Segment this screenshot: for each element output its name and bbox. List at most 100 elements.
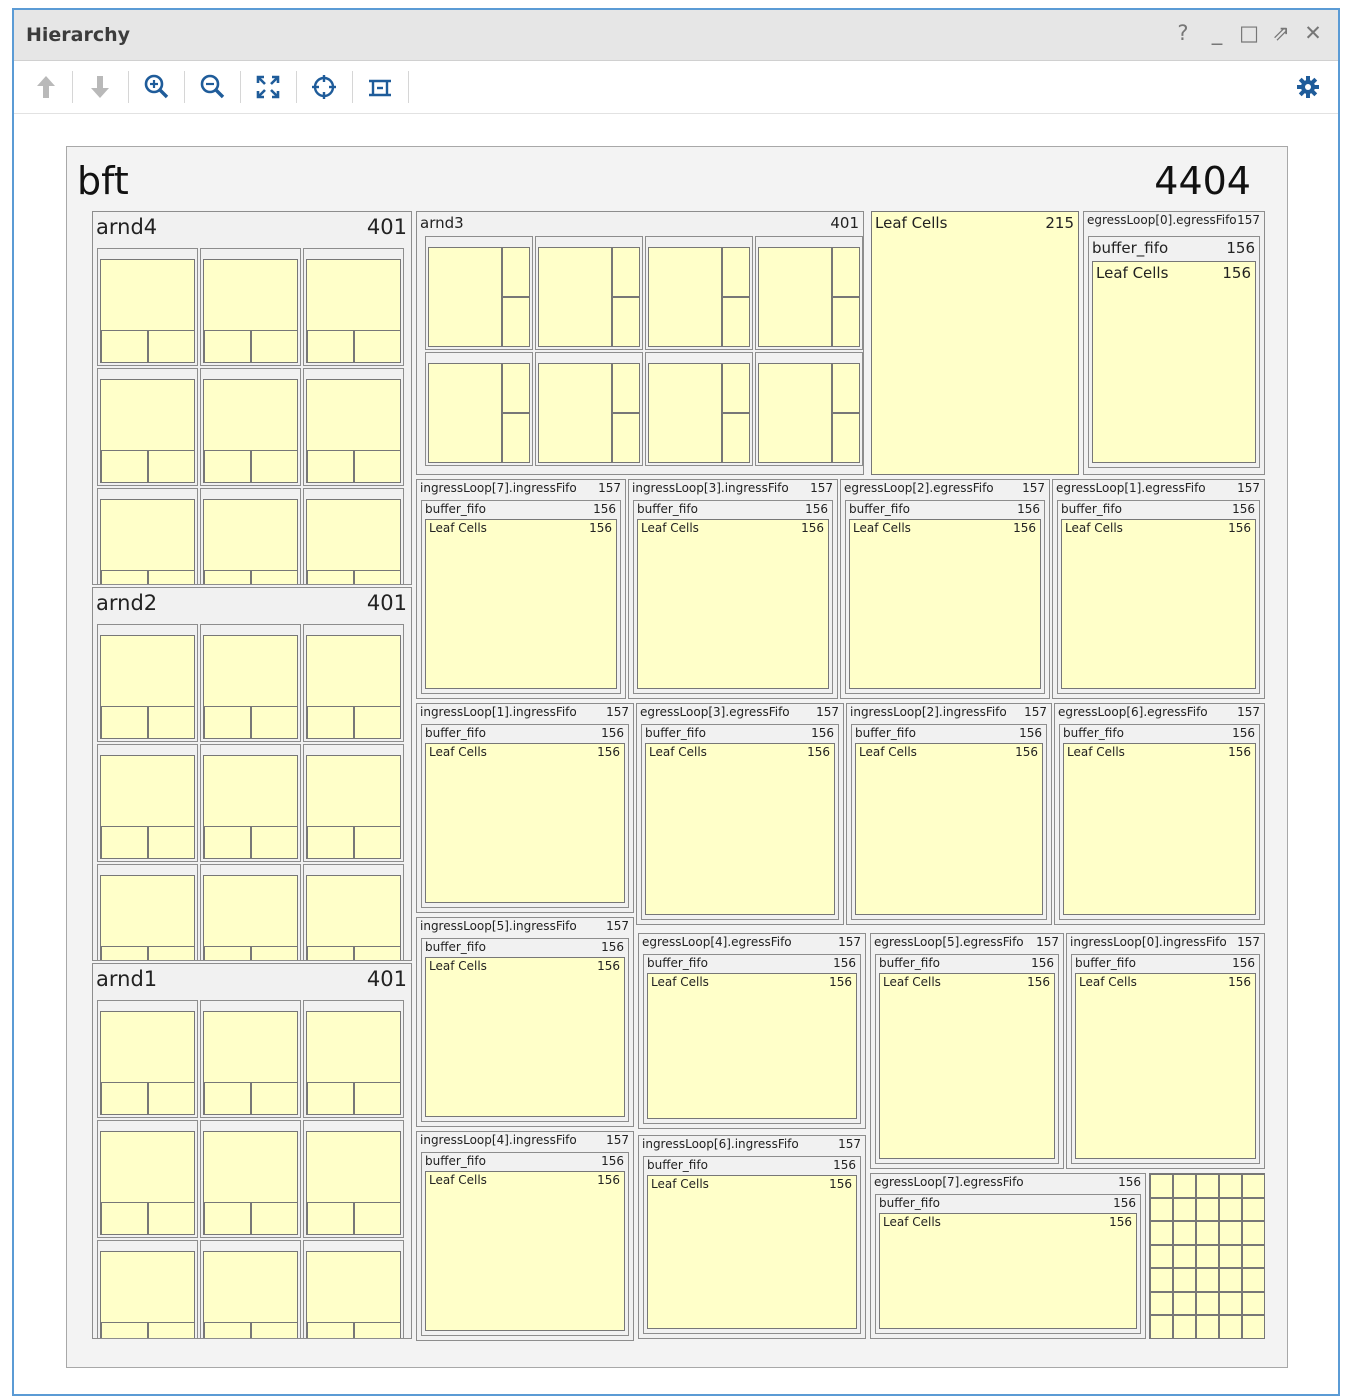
leaf-cells[interactable]: [306, 259, 401, 363]
buffer-fifo[interactable]: buffer_fifo 156 Leaf Cells 156: [1059, 724, 1260, 920]
leaf-cells[interactable]: Leaf Cells 156: [647, 1175, 857, 1329]
fifo-egress3[interactable]: egressLoop[3].egressFifo 157 buffer_fifo 15…: [636, 703, 844, 925]
leaf-cells[interactable]: [203, 1011, 298, 1115]
fifo-egress2[interactable]: egressLoop[2].egressFifo 157 buffer_fifo 15…: [840, 479, 1050, 699]
buffer-fifo[interactable]: buffer_fifo 156 Leaf Cells 156: [643, 954, 861, 1124]
leaf-cell[interactable]: [251, 1082, 297, 1114]
grid-cell[interactable]: [1242, 1244, 1264, 1268]
leaf-cells[interactable]: [306, 875, 401, 960]
sub-module[interactable]: [200, 1120, 301, 1238]
leaf-cells[interactable]: [306, 1251, 401, 1338]
grid-cell[interactable]: [1196, 1268, 1219, 1292]
grid-cell[interactable]: [1173, 1221, 1196, 1245]
grid-cell[interactable]: [1196, 1221, 1219, 1245]
leaf-cell[interactable]: [354, 1322, 400, 1338]
sub-module[interactable]: [425, 236, 533, 350]
leaf-cells[interactable]: [100, 1011, 195, 1115]
leaf-cells[interactable]: [758, 247, 832, 347]
leaf-cell[interactable]: [354, 826, 400, 858]
leaf-cell[interactable]: [101, 1082, 148, 1114]
fifo-ingress3[interactable]: ingressLoop[3].ingressFifo 157 buffer_fifo…: [628, 479, 838, 699]
leaf-cell[interactable]: [148, 1082, 194, 1114]
fifo-ingress7[interactable]: ingressLoop[7].ingressFifo 157 buffer_fifo…: [416, 479, 626, 699]
leaf-cell[interactable]: [354, 946, 400, 960]
leaf-cells[interactable]: Leaf Cells 156: [1061, 519, 1256, 689]
leaf-cells[interactable]: [306, 635, 401, 739]
fit-icon[interactable]: [250, 69, 286, 105]
leaf-cells[interactable]: [306, 499, 401, 584]
grid-cell[interactable]: [1173, 1315, 1196, 1338]
sub-module[interactable]: [303, 1000, 404, 1118]
leaf-cell[interactable]: [354, 1082, 400, 1114]
help-icon[interactable]: ?: [1170, 22, 1196, 44]
fifo-egress7[interactable]: egressLoop[7].egressFifo 156 buffer_fifo 15…: [870, 1173, 1146, 1339]
leaf-cell[interactable]: [251, 826, 297, 858]
leaf-cell[interactable]: [148, 330, 194, 362]
leaf-cell[interactable]: [251, 946, 297, 960]
leaf-cell[interactable]: [307, 946, 354, 960]
grid-cell[interactable]: [1196, 1244, 1219, 1268]
treemap-root[interactable]: bft 4404 arnd4 401 arnd2 401 arnd1 401 arnd3 401 L…: [66, 146, 1288, 1368]
buffer-fifo[interactable]: buffer_fifo 156 Leaf Cells 156: [1071, 954, 1260, 1164]
module-arnd1[interactable]: arnd1 401: [92, 963, 412, 1339]
grid-cell[interactable]: [1150, 1244, 1173, 1268]
leaf-cells[interactable]: Leaf Cells 156: [637, 519, 829, 689]
buffer-fifo[interactable]: buffer_fifo 156 Leaf Cells 156: [633, 500, 833, 694]
leaf-cells[interactable]: Leaf Cells 156: [425, 743, 625, 903]
leaf-cell[interactable]: [101, 1202, 148, 1234]
sub-module[interactable]: [303, 1120, 404, 1238]
grid-cell[interactable]: [1242, 1221, 1264, 1245]
leaf-cell[interactable]: [722, 363, 750, 413]
grid-cell[interactable]: [1150, 1197, 1173, 1221]
leaf-cell[interactable]: [307, 826, 354, 858]
leaf-cell[interactable]: [204, 570, 251, 584]
leaf-cells[interactable]: Leaf Cells 156: [425, 1171, 625, 1331]
leaf-cell[interactable]: [354, 330, 400, 362]
leaf-cells[interactable]: [100, 875, 195, 960]
sub-module[interactable]: [97, 1240, 198, 1338]
leaf-cells[interactable]: [648, 247, 722, 347]
leaf-cells[interactable]: Leaf Cells 156: [425, 957, 625, 1117]
leaf-cell[interactable]: [148, 450, 194, 482]
fifo-ingress0[interactable]: ingressLoop[0].ingressFifo 157 buffer_fifo…: [1066, 933, 1265, 1169]
fifo-egress5[interactable]: egressLoop[5].egressFifo 157 buffer_fifo 15…: [870, 933, 1064, 1169]
grid-cell[interactable]: [1173, 1197, 1196, 1221]
leaf-cells[interactable]: [203, 1251, 298, 1338]
grid-cell[interactable]: [1219, 1244, 1242, 1268]
leaf-cells[interactable]: [100, 379, 195, 483]
leaf-cell[interactable]: [612, 413, 640, 463]
fifo-egress0[interactable]: egressLoop[0].egressFifo 157 buffer_fifo 15…: [1083, 211, 1265, 475]
buffer-fifo[interactable]: buffer_fifo 156 Leaf Cells 156: [1088, 236, 1260, 468]
grid-cell[interactable]: [1150, 1291, 1173, 1315]
leaf-cells[interactable]: Leaf Cells 156: [645, 743, 835, 915]
module-arnd3[interactable]: arnd3 401: [416, 211, 864, 475]
minimize-icon[interactable]: _: [1204, 22, 1230, 44]
sub-module[interactable]: [645, 352, 753, 466]
leaf-cell[interactable]: [502, 297, 530, 347]
leaf-cell[interactable]: [307, 1322, 354, 1338]
leaf-cell[interactable]: [204, 450, 251, 482]
crosshair-icon[interactable]: [306, 69, 342, 105]
leaf-cell[interactable]: [612, 363, 640, 413]
leaf-cells[interactable]: [203, 635, 298, 739]
fifo-ingress6[interactable]: ingressLoop[6].ingressFifo 157 buffer_fifo…: [638, 1135, 866, 1339]
leaf-cells[interactable]: [203, 259, 298, 363]
grid-cell[interactable]: [1196, 1315, 1219, 1338]
leaf-cells[interactable]: [100, 755, 195, 859]
leaf-cells[interactable]: Leaf Cells 156: [1063, 743, 1256, 915]
leaf-cell[interactable]: [148, 946, 194, 960]
buffer-fifo[interactable]: buffer_fifo 156 Leaf Cells 156: [643, 1156, 861, 1334]
leaf-cell[interactable]: [307, 570, 354, 584]
sub-module[interactable]: [535, 236, 643, 350]
leaf-cell[interactable]: [101, 330, 148, 362]
grid-cell[interactable]: [1242, 1268, 1264, 1292]
leaf-cell[interactable]: [354, 570, 400, 584]
buffer-fifo[interactable]: buffer_fifo 156 Leaf Cells 156: [851, 724, 1047, 920]
leaf-cells[interactable]: [306, 379, 401, 483]
grid-cell[interactable]: [1150, 1174, 1173, 1198]
fifo-egress4[interactable]: egressLoop[4].egressFifo 157 buffer_fifo 15…: [638, 933, 866, 1129]
leaf-cell[interactable]: [204, 706, 251, 738]
leaf-cells[interactable]: [648, 363, 722, 463]
leaf-cell[interactable]: [354, 450, 400, 482]
grid-cell[interactable]: [1196, 1291, 1219, 1315]
